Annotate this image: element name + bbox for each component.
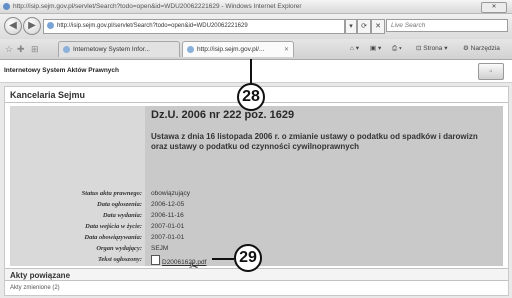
announce-date-value: 2006-12-05 — [151, 201, 185, 208]
effective-date-value: 2007-01-01 — [151, 223, 185, 230]
page-menu[interactable]: ⊡ Strona ▾ — [416, 43, 448, 55]
act-title: Ustawa z dnia 16 listopada 2006 r. o zmi… — [151, 132, 478, 151]
tab-page-icon — [63, 46, 70, 53]
home-icon[interactable]: ⌂ ▾ — [350, 43, 359, 55]
issuing-body-value: SEJM — [151, 245, 169, 252]
tab-label: http://isip.sejm.gov.pl/... — [197, 46, 265, 53]
tab-page-icon — [187, 46, 194, 53]
tab-bar: ☆ ✚ ⊞ Internetowy System Infor... http:/… — [0, 39, 512, 60]
site-name: Internetowy System Aktów Prawnych — [4, 67, 119, 74]
page-icon — [47, 21, 54, 29]
tools-menu[interactable]: ⚙ Narzędzia — [463, 43, 500, 55]
validity-date-label: Data obowiązywania: — [84, 234, 142, 241]
add-favorites-icon[interactable]: ✚ — [17, 44, 25, 54]
amended-acts-link[interactable]: Akty zmienione (2) — [5, 282, 508, 294]
close-window-button[interactable]: ✕ — [481, 2, 507, 13]
window-title: http://isip.sejm.gov.pl/servlet/Search?t… — [13, 3, 302, 10]
tab-isap[interactable]: Internetowy System Infor... — [58, 41, 180, 57]
issue-date-value: 2006-11-16 — [151, 212, 184, 219]
address-dropdown-button[interactable]: ▾ — [345, 19, 357, 34]
stop-icon[interactable]: ✕ — [371, 19, 385, 34]
tab-active[interactable]: http://isip.sejm.gov.pl/... ✕ — [182, 41, 294, 57]
tab-label: Internetowy System Infor... — [73, 46, 150, 53]
address-toolbar: ◀ ▶ http://isip.sejm.gov.pl/servlet/Sear… — [0, 14, 512, 39]
forward-button[interactable]: ▶ — [23, 17, 41, 35]
published-text-label: Tekst ogłoszony: — [98, 256, 142, 263]
ie-logo-icon — [3, 3, 10, 10]
window-titlebar: http://isip.sejm.gov.pl/servlet/Search?t… — [0, 0, 512, 14]
refresh-icon[interactable]: ⟳ — [357, 19, 371, 34]
status-value: obowiązujący — [151, 190, 191, 197]
callout-29: 29 — [234, 244, 262, 272]
address-bar[interactable]: http://isip.sejm.gov.pl/servlet/Search?t… — [43, 19, 345, 34]
status-label: Status aktu prawnego: — [81, 190, 142, 197]
callout-29-leader — [212, 258, 234, 260]
tools-menu-label: Narzędzia — [470, 45, 500, 52]
address-url: http://isip.sejm.gov.pl/servlet/Search?t… — [57, 23, 248, 29]
issue-date-label: Data wydania: — [102, 212, 142, 219]
effective-date-label: Data wejścia w życie: — [85, 223, 142, 230]
page-menu-label: Strona — [423, 45, 443, 52]
related-acts-header: Akty powiązane — [5, 268, 508, 281]
issuing-body-label: Organ wydający: — [96, 245, 142, 252]
search-input[interactable] — [386, 19, 508, 32]
announce-date-label: Data ogłoszenia: — [97, 201, 142, 208]
document-number: Dz.U. 2006 nr 222 poz. 1629 — [151, 109, 295, 121]
feeds-icon[interactable]: ▣ ▾ — [370, 43, 381, 55]
back-button[interactable]: ◀ — [4, 17, 22, 35]
callout-28: 28 — [237, 83, 265, 111]
print-icon[interactable]: ⎙ ▾ — [392, 43, 402, 55]
close-tab-icon[interactable]: ✕ — [284, 42, 289, 57]
quick-tabs-icon[interactable]: ⊞ — [31, 44, 39, 54]
sejm-logo-icon: ⌂ — [478, 63, 504, 80]
validity-date-value: 2007-01-01 — [151, 234, 185, 241]
site-header: Internetowy System Aktów Prawnych ⌂ — [0, 60, 512, 83]
pdf-link[interactable]: D20061629.pdf — [151, 255, 206, 266]
labels-column: Status aktu prawnego: Data ogłoszenia: D… — [10, 106, 145, 266]
favorites-star-icon[interactable]: ☆ — [5, 44, 13, 54]
pdf-link-text[interactable]: D20061629.pdf — [162, 259, 206, 266]
pdf-file-icon — [151, 255, 160, 265]
act-details: Status aktu prawnego: Data ogłoszenia: D… — [10, 106, 503, 274]
